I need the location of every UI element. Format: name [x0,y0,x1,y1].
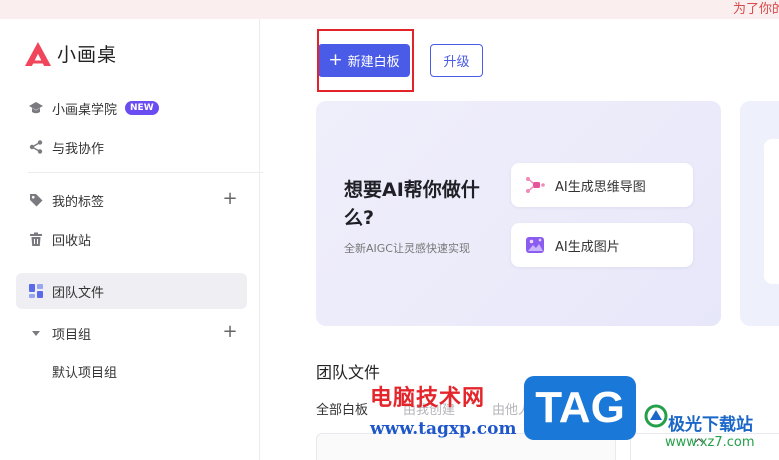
sidebar-item-project-group[interactable]: 项目组 + [16,315,247,351]
app-logo-icon [25,41,51,66]
caret-down-icon[interactable] [28,325,44,341]
app-name: 小画桌 [57,44,118,66]
sidebar-item-default-group[interactable]: 默认项目组 [52,362,117,381]
sidebar-item-label: 团队文件 [52,285,105,301]
ai-mindmap-button[interactable]: AI生成思维导图 [511,163,693,207]
add-project-group-button[interactable]: + [221,323,239,342]
watermark-tag-logo: TAG [524,376,636,440]
new-whiteboard-label: 新建白板 [347,55,400,70]
tag-icon [28,192,44,208]
ai-promo-card: 想要AI帮你做什么? 全新AIGC让灵感快速实现 AI生成思维导图 AI生成图片 [316,101,721,326]
share-icon [28,139,44,155]
sidebar-item-collab[interactable]: 与我协作 [16,129,247,165]
sidebar-item-label: 我的标签 [52,194,105,210]
new-badge: NEW [125,101,159,115]
sidebar-item-label: 回收站 [52,233,92,249]
ai-mindmap-label: AI生成思维导图 [555,179,646,195]
new-whiteboard-button[interactable]: + 新建白板 [318,44,410,77]
graduation-cap-icon [28,100,44,116]
top-banner: 为了你的 [0,0,779,19]
watermark-url: www.tagxp.com [370,419,517,439]
trash-icon [28,231,44,247]
sidebar-item-tags[interactable]: 我的标签 + [16,182,247,218]
sidebar-item-label: 小画桌学院 [52,102,118,118]
image-icon [525,235,545,255]
secondary-promo-card [740,101,779,326]
sidebar-divider [28,172,263,173]
ai-image-label: AI生成图片 [555,239,620,255]
watermark-site-url: www.xz7.com [665,435,755,450]
tab-all-boards[interactable]: 全部白板 [316,399,368,418]
sidebar-item-team-files[interactable]: 团队文件 [16,273,247,309]
sidebar: 小画桌 小画桌学院 NEW 与我协作 我的标签 + 回收站 团队文件 项目组 +… [0,19,263,460]
app-logo[interactable]: 小画桌 [24,40,117,67]
sidebar-item-academy[interactable]: 小画桌学院 NEW [16,90,247,126]
add-tag-button[interactable]: + [221,190,239,209]
plus-icon: + [328,50,343,70]
team-files-icon [28,283,44,299]
secondary-card-panel [764,139,779,284]
watermark-cn-text: 电脑技术网 [370,386,486,411]
ai-image-button[interactable]: AI生成图片 [511,223,693,267]
banner-text: 为了你的 [732,2,779,17]
sidebar-item-label: 项目组 [52,327,92,343]
ai-card-subtitle: 全新AIGC让灵感快速实现 [344,242,470,255]
ai-card-title: 想要AI帮你做什么? [344,179,480,229]
mindmap-icon [525,175,545,195]
upgrade-button[interactable]: 升级 [430,44,483,77]
sidebar-item-trash[interactable]: 回收站 [16,221,247,257]
sidebar-item-label: 与我协作 [52,141,105,157]
watermark-site-name: 极光下载站 [668,415,753,435]
watermark-site-logo-icon [644,404,668,428]
